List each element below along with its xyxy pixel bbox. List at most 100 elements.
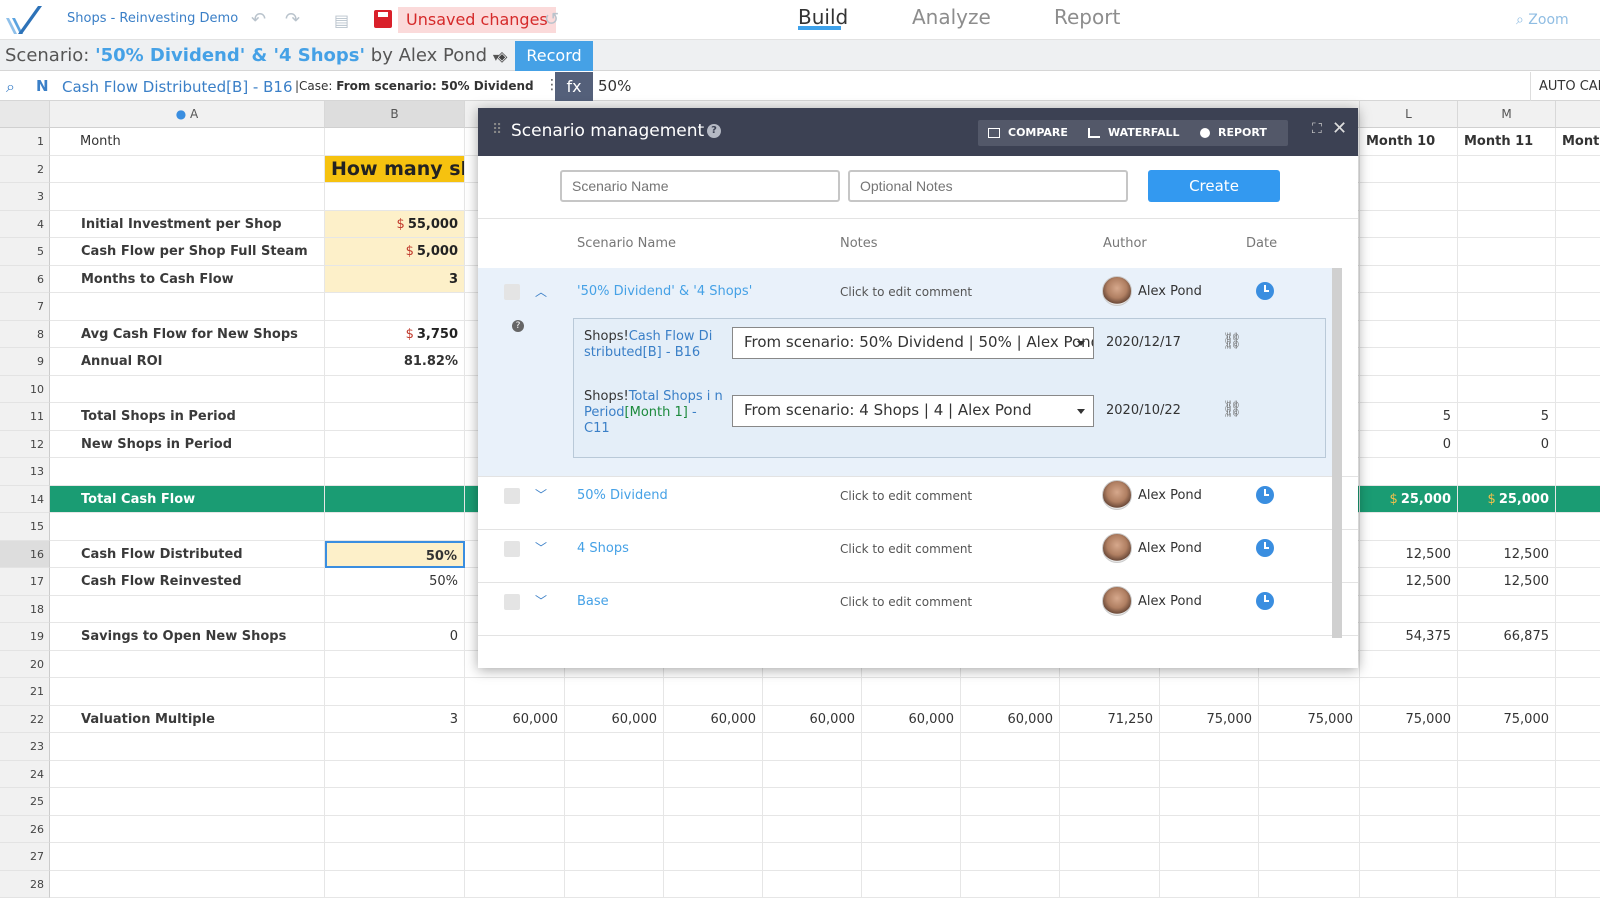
grid-cell[interactable] bbox=[961, 870, 1060, 898]
cell-b[interactable]: 50% bbox=[325, 568, 465, 596]
scenario-notes-input[interactable] bbox=[848, 170, 1128, 202]
row-number[interactable]: 4 bbox=[0, 210, 50, 238]
row-number[interactable]: 16 bbox=[0, 540, 50, 568]
row-number[interactable]: 15 bbox=[0, 513, 50, 541]
grid-cell[interactable] bbox=[565, 843, 664, 871]
grid-cell[interactable] bbox=[1060, 788, 1160, 816]
grid-cell[interactable] bbox=[1458, 293, 1556, 321]
cell-b[interactable] bbox=[325, 650, 465, 678]
row-label[interactable] bbox=[50, 678, 325, 706]
grid-cell[interactable] bbox=[1556, 431, 1600, 458]
formula-input[interactable]: 50% bbox=[598, 77, 631, 95]
grid-cell[interactable] bbox=[1259, 870, 1360, 898]
grid-cell[interactable] bbox=[1556, 348, 1600, 376]
grid-cell[interactable] bbox=[1556, 183, 1600, 211]
grid-cell[interactable] bbox=[1360, 183, 1458, 211]
grid-cell[interactable] bbox=[862, 678, 961, 706]
unsaved-changes-badge[interactable]: Unsaved changes bbox=[398, 7, 556, 33]
clock-icon[interactable] bbox=[1256, 539, 1274, 557]
grid-cell[interactable] bbox=[1360, 678, 1458, 706]
grid-cell[interactable] bbox=[465, 678, 565, 706]
record-button[interactable]: Record bbox=[515, 41, 593, 71]
cell-b[interactable] bbox=[325, 815, 465, 843]
cell-b[interactable] bbox=[325, 485, 465, 513]
clock-icon[interactable] bbox=[1256, 282, 1274, 300]
grid-cell[interactable] bbox=[1360, 348, 1458, 376]
row-label[interactable] bbox=[50, 375, 325, 403]
row-label[interactable]: Annual ROI bbox=[50, 348, 325, 376]
search-icon[interactable]: ⌕ bbox=[6, 77, 15, 97]
scenario-name-link[interactable]: 50% Dividend bbox=[577, 488, 668, 503]
row-label[interactable]: New Shops in Period bbox=[50, 430, 325, 458]
grid-cell[interactable] bbox=[1458, 513, 1556, 541]
row-checkbox[interactable] bbox=[504, 284, 520, 300]
row-label[interactable] bbox=[50, 870, 325, 898]
grid-cell[interactable] bbox=[1556, 651, 1600, 678]
row-number[interactable]: 10 bbox=[0, 375, 50, 403]
grid-cell[interactable] bbox=[465, 870, 565, 898]
grid-cell[interactable]: 75,000 bbox=[1160, 705, 1259, 733]
grid-cell[interactable] bbox=[862, 870, 961, 898]
grid-cell[interactable] bbox=[1360, 513, 1458, 541]
grid-cell[interactable] bbox=[763, 733, 862, 761]
scenario-title[interactable]: Scenario: '50% Dividend' & '4 Shops' by … bbox=[5, 45, 499, 66]
grid-cell[interactable] bbox=[465, 733, 565, 761]
grid-cell[interactable] bbox=[1360, 155, 1458, 183]
grid-cell[interactable] bbox=[664, 733, 763, 761]
grid-cell[interactable] bbox=[1160, 733, 1259, 761]
row-checkbox[interactable] bbox=[504, 488, 520, 504]
row-label[interactable] bbox=[50, 760, 325, 788]
grid-cell[interactable] bbox=[1556, 376, 1600, 403]
tab-report[interactable]: Report bbox=[1054, 5, 1120, 29]
grid-cell[interactable] bbox=[1556, 568, 1600, 596]
grid-cell[interactable]: 75,000 bbox=[1360, 705, 1458, 733]
grid-cell[interactable]: 0 bbox=[1458, 430, 1556, 458]
redo-icon[interactable]: ↷ bbox=[285, 9, 300, 30]
grid-cell[interactable] bbox=[565, 760, 664, 788]
grid-cell[interactable] bbox=[1360, 760, 1458, 788]
grid-cell[interactable] bbox=[1458, 183, 1556, 211]
grid-cell[interactable] bbox=[1458, 210, 1556, 238]
row-label[interactable]: Cash Flow per Shop Full Steam bbox=[50, 238, 325, 266]
col-header-m[interactable]: M bbox=[1458, 101, 1556, 128]
grid-cell[interactable] bbox=[1556, 623, 1600, 651]
row-label[interactable] bbox=[50, 183, 325, 211]
row-number[interactable]: 22 bbox=[0, 705, 50, 733]
grid-cell[interactable] bbox=[1556, 843, 1600, 871]
grid-cell[interactable] bbox=[1458, 650, 1556, 678]
grid-cell[interactable] bbox=[1556, 761, 1600, 788]
row-number[interactable]: 2 bbox=[0, 155, 50, 183]
scenario-comment[interactable]: Click to edit comment bbox=[840, 285, 972, 299]
row-label[interactable] bbox=[50, 293, 325, 321]
col-header-a[interactable]: ● A bbox=[50, 101, 325, 128]
grid-cell[interactable] bbox=[1458, 788, 1556, 816]
unlink-icon[interactable]: ⛓ bbox=[1222, 399, 1242, 418]
grid-cell[interactable] bbox=[565, 870, 664, 898]
row-number[interactable]: 11 bbox=[0, 403, 50, 431]
grid-cell[interactable] bbox=[763, 843, 862, 871]
cell-b[interactable]: 50% bbox=[325, 540, 465, 568]
row-label[interactable] bbox=[50, 650, 325, 678]
auto-calc-toggle[interactable]: AUTO CAL bbox=[1530, 72, 1600, 101]
chevron-down-icon[interactable]: ﹀ bbox=[535, 592, 547, 609]
grid-cell[interactable] bbox=[1458, 870, 1556, 898]
grid-cell[interactable]: 5 bbox=[1360, 403, 1458, 431]
save-icon[interactable] bbox=[374, 10, 392, 28]
grid-cell[interactable]: $25,000 bbox=[1360, 485, 1458, 513]
grid-cell[interactable] bbox=[1360, 458, 1458, 486]
grid-cell[interactable] bbox=[862, 815, 961, 843]
grid-cell[interactable]: 60,000 bbox=[664, 705, 763, 733]
grid-cell[interactable] bbox=[664, 760, 763, 788]
grid-cell[interactable]: 0 bbox=[1360, 430, 1458, 458]
row-label[interactable] bbox=[50, 815, 325, 843]
row-label[interactable]: Cash Flow Distributed bbox=[50, 540, 325, 568]
grid-cell[interactable] bbox=[1458, 843, 1556, 871]
grid-cell[interactable] bbox=[1160, 678, 1259, 706]
grid-cell[interactable] bbox=[465, 843, 565, 871]
create-button[interactable]: Create bbox=[1148, 170, 1280, 202]
row-label[interactable]: Initial Investment per Shop bbox=[50, 210, 325, 238]
grid-cell[interactable] bbox=[565, 733, 664, 761]
grid-cell[interactable] bbox=[1556, 513, 1600, 541]
scenario-comment[interactable]: Click to edit comment bbox=[840, 489, 972, 503]
grid-cell[interactable] bbox=[1556, 733, 1600, 761]
